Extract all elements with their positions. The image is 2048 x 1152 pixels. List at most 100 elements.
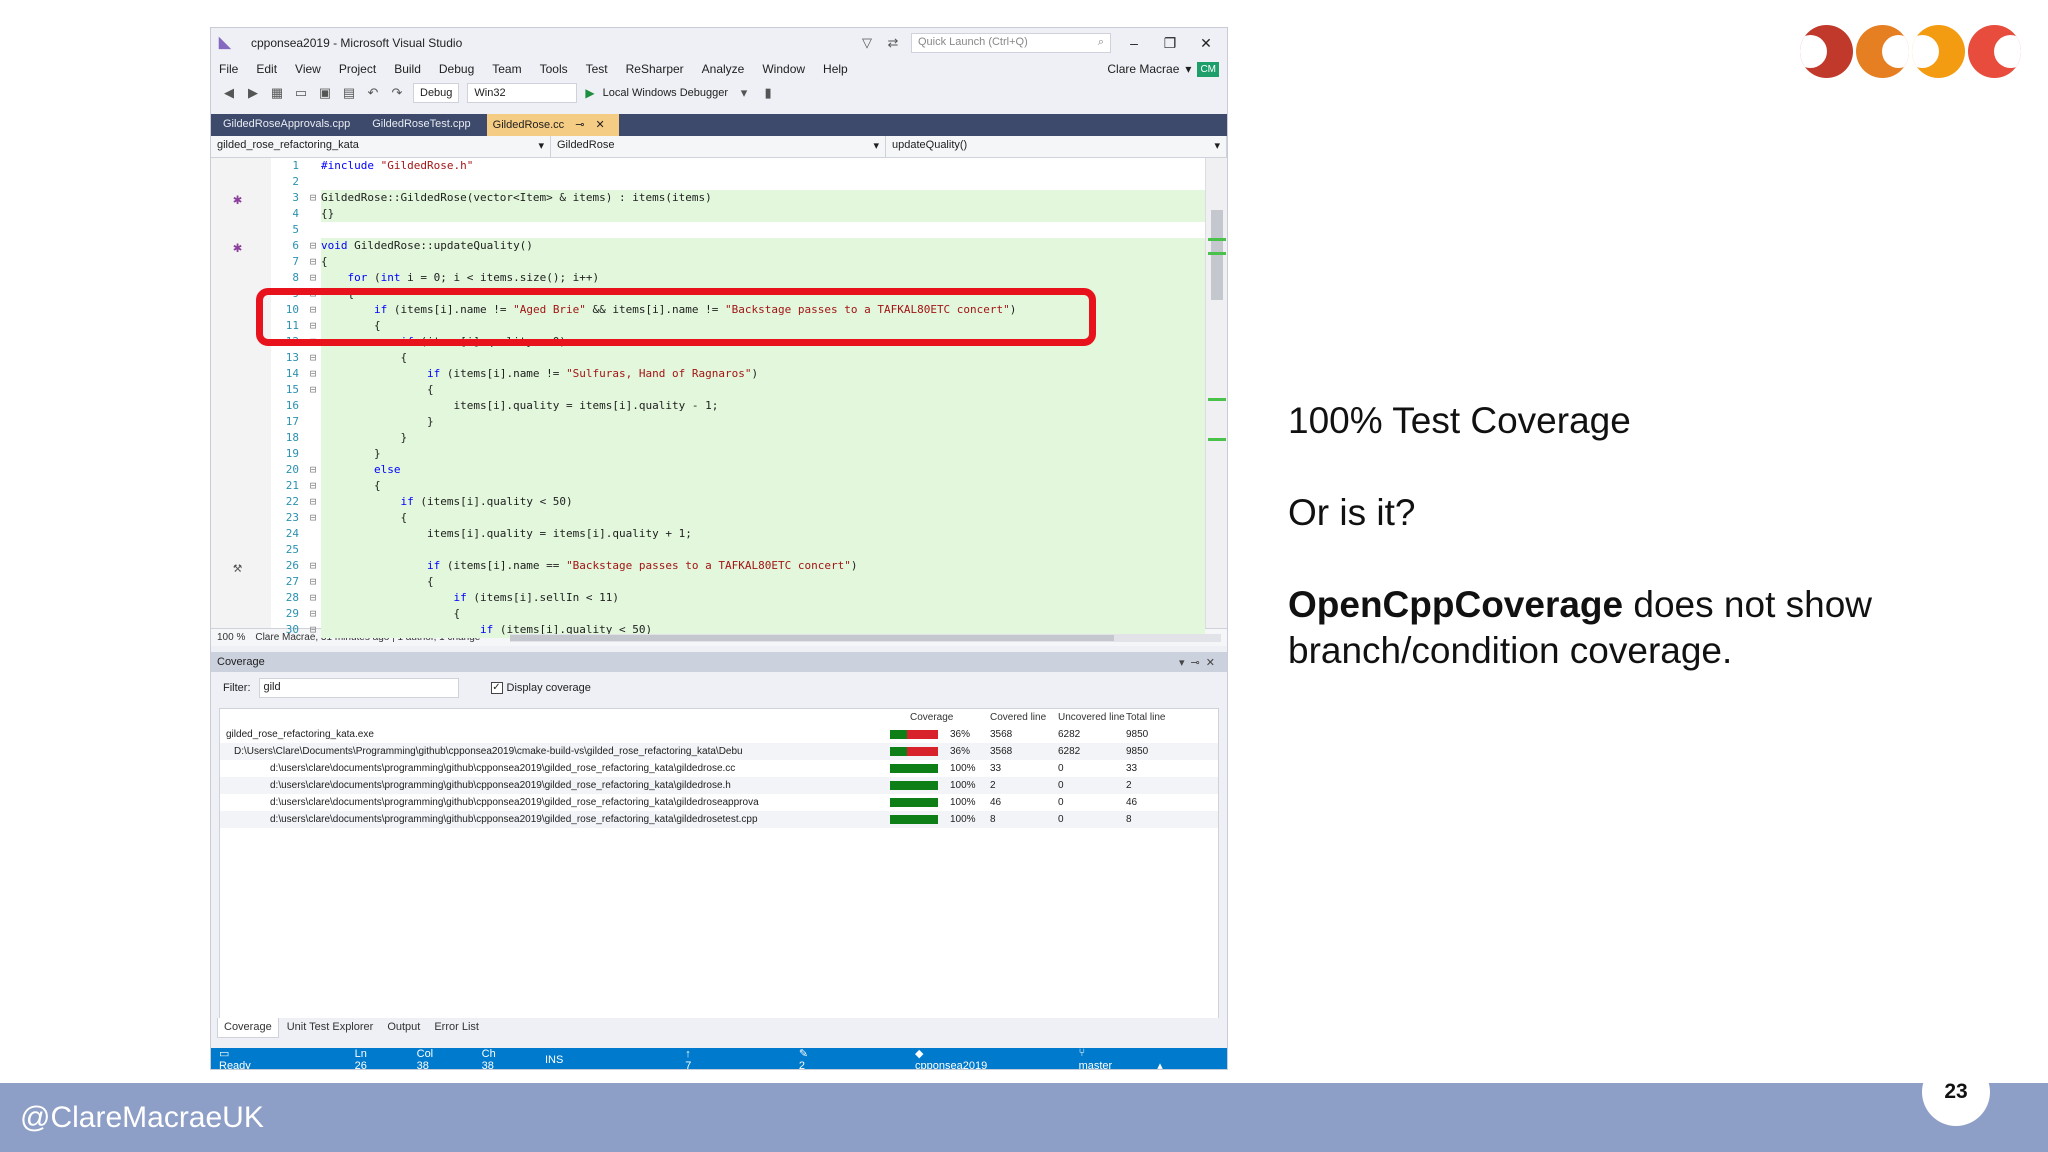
menu-team[interactable]: Team	[492, 62, 521, 76]
fold-toggle-icon[interactable]	[305, 414, 321, 430]
forward-icon[interactable]: ▶	[245, 85, 261, 101]
fold-toggle-icon[interactable]: ⊟	[305, 622, 321, 638]
open-folder-icon[interactable]: ▭	[293, 85, 309, 101]
save-icon[interactable]: ▣	[317, 85, 333, 101]
menu-file[interactable]: File	[219, 62, 238, 76]
minimize-button[interactable]: –	[1121, 35, 1147, 51]
fold-toggle-icon[interactable]: ⊟	[305, 270, 321, 286]
code-line[interactable]: {}	[321, 206, 1205, 222]
tab-gildedroseapprovals[interactable]: GildedRoseApprovals.cpp	[217, 114, 364, 136]
platform-select[interactable]: Win32	[467, 83, 578, 103]
code-line[interactable]: }	[321, 414, 1205, 430]
code-line[interactable]: if (items[i].name == "Backstage passes t…	[321, 558, 1205, 574]
fold-toggle-icon[interactable]: ⊟	[305, 606, 321, 622]
tab-gildedrosetest[interactable]: GildedRoseTest.cpp	[366, 114, 484, 136]
coverage-row[interactable]: d:\users\clare\documents\programming\git…	[220, 777, 1218, 794]
bookmark-icon[interactable]: ▮	[760, 85, 776, 101]
code-line[interactable]	[321, 222, 1205, 238]
code-line[interactable]: if (items[i].name != "Sulfuras, Hand of …	[321, 366, 1205, 382]
col-total[interactable]: Total line	[1126, 709, 1194, 726]
fold-toggle-icon[interactable]: ⊟	[305, 190, 321, 206]
code-line[interactable]: items[i].quality = items[i].quality + 1;	[321, 526, 1205, 542]
menu-project[interactable]: Project	[339, 62, 376, 76]
scroll-thumb[interactable]	[1211, 210, 1223, 300]
undo-icon[interactable]: ↶	[365, 85, 381, 101]
code-line[interactable]: {	[321, 606, 1205, 622]
fold-toggle-icon[interactable]	[305, 222, 321, 238]
fold-toggle-icon[interactable]: ⊟	[305, 382, 321, 398]
push-count[interactable]: ↑ 7	[685, 1048, 757, 1070]
tab-unit-test-explorer[interactable]: Unit Test Explorer	[281, 1018, 380, 1038]
code-line[interactable]: for (int i = 0; i < items.size(); i++)	[321, 270, 1205, 286]
code-line[interactable]: }	[321, 430, 1205, 446]
col-coverage[interactable]: Coverage	[890, 709, 990, 726]
play-icon[interactable]: ▶	[585, 86, 594, 100]
menu-tools[interactable]: Tools	[540, 62, 568, 76]
code-line[interactable]	[321, 174, 1205, 190]
save-all-icon[interactable]: ▤	[341, 85, 357, 101]
fold-toggle-icon[interactable]: ⊟	[305, 478, 321, 494]
code-line[interactable]: {	[321, 382, 1205, 398]
menu-view[interactable]: View	[295, 62, 321, 76]
code-line[interactable]: }	[321, 446, 1205, 462]
code-line[interactable]: if (items[i].quality < 50)	[321, 494, 1205, 510]
menu-debug[interactable]: Debug	[439, 62, 474, 76]
new-project-icon[interactable]: ▦	[269, 85, 285, 101]
tab-output[interactable]: Output	[381, 1018, 426, 1038]
fold-toggle-icon[interactable]: ⊟	[305, 574, 321, 590]
start-debugger-button[interactable]: Local Windows Debugger	[603, 87, 728, 99]
chevron-down-icon[interactable]: ▾	[736, 85, 752, 101]
menu-edit[interactable]: Edit	[256, 62, 277, 76]
close-window-button[interactable]: ✕	[1193, 35, 1219, 52]
menu-analyze[interactable]: Analyze	[702, 62, 745, 76]
class-dropdown[interactable]: GildedRose ▾	[551, 136, 886, 157]
col-uncovered[interactable]: Uncovered line	[1058, 709, 1126, 726]
pending-changes[interactable]: ✎ 2	[799, 1047, 873, 1069]
configuration-select[interactable]: Debug	[413, 83, 460, 103]
horizontal-scrollbar[interactable]	[510, 633, 1221, 642]
code-line[interactable]: {	[321, 478, 1205, 494]
code-line[interactable]: else	[321, 462, 1205, 478]
code-line[interactable]: {	[321, 254, 1205, 270]
coverage-row[interactable]: d:\users\clare\documents\programming\git…	[220, 760, 1218, 777]
fold-toggle-icon[interactable]: ⊟	[305, 462, 321, 478]
project-dropdown[interactable]: gilded_rose_refactoring_kata ▾	[211, 136, 551, 157]
fold-toggle-icon[interactable]	[305, 174, 321, 190]
code-line[interactable]: void GildedRose::updateQuality()	[321, 238, 1205, 254]
filter-icon[interactable]: ▽	[859, 35, 875, 51]
code-line[interactable]: if (items[i].sellIn < 11)	[321, 590, 1205, 606]
fold-toggle-icon[interactable]	[305, 526, 321, 542]
menu-test[interactable]: Test	[586, 62, 608, 76]
fold-toggle-icon[interactable]	[305, 430, 321, 446]
feedback-icon[interactable]: ⇄	[885, 35, 901, 51]
tab-coverage[interactable]: Coverage	[217, 1018, 279, 1038]
vertical-scrollbar[interactable]	[1205, 158, 1227, 628]
fold-toggle-icon[interactable]: ⊟	[305, 510, 321, 526]
col-covered[interactable]: Covered line	[990, 709, 1058, 726]
member-dropdown[interactable]: updateQuality() ▾	[886, 136, 1227, 157]
fold-toggle-icon[interactable]	[305, 158, 321, 174]
code-lines[interactable]: #include "GildedRose.h" GildedRose::Gilde…	[321, 158, 1205, 638]
code-line[interactable]: GildedRose::GildedRose(vector<Item> & it…	[321, 190, 1205, 206]
screwdriver-icon[interactable]: ⚒	[233, 558, 242, 576]
close-icon[interactable]: ✕	[596, 119, 605, 131]
pin-icon[interactable]: ⊸	[575, 119, 584, 131]
coverage-row[interactable]: D:\Users\Clare\Documents\Programming\git…	[220, 743, 1218, 760]
tab-gildedrose-cc[interactable]: GildedRose.cc ⊸ ✕	[486, 114, 619, 136]
coverage-row[interactable]: d:\users\clare\documents\programming\git…	[220, 794, 1218, 811]
fold-toggle-icon[interactable]: ⊟	[305, 558, 321, 574]
repository[interactable]: ◆ cpponsea2019	[915, 1047, 1037, 1069]
fold-toggle-icon[interactable]: ⊟	[305, 494, 321, 510]
fold-toggle-icon[interactable]: ⊟	[305, 350, 321, 366]
fold-toggle-icon[interactable]: ⊟	[305, 590, 321, 606]
filter-input[interactable]: gild	[258, 678, 459, 698]
code-line[interactable]	[321, 542, 1205, 558]
fold-toggle-icon[interactable]	[305, 542, 321, 558]
coverage-row[interactable]: d:\users\clare\documents\programming\git…	[220, 811, 1218, 828]
branch[interactable]: ⑂ master ▴	[1079, 1047, 1177, 1069]
code-line[interactable]: {	[321, 350, 1205, 366]
menu-window[interactable]: Window	[762, 62, 805, 76]
code-line[interactable]: {	[321, 510, 1205, 526]
menu-help[interactable]: Help	[823, 62, 848, 76]
fold-toggle-icon[interactable]	[305, 206, 321, 222]
